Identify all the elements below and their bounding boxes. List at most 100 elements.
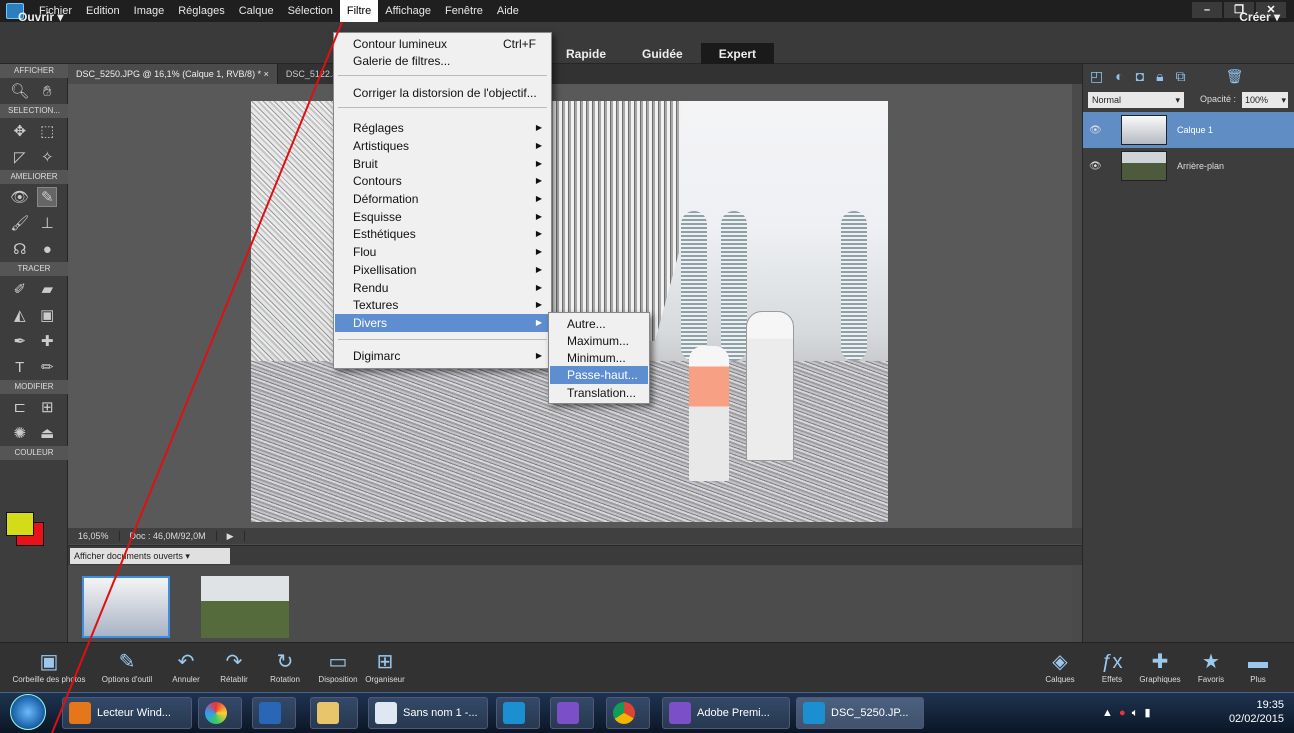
layer-mask-icon[interactable]: ◘ [1136, 68, 1144, 85]
create-button[interactable]: Créer ▾ [1239, 10, 1280, 24]
redo-button[interactable]: ↷ Rétablir [212, 649, 256, 684]
menu-item-rendu[interactable]: Rendu ▶ [335, 279, 550, 297]
lock-icon[interactable]: 🔒︎ [1156, 68, 1163, 85]
undo-button[interactable]: ↶ Annuler [166, 649, 206, 684]
tab-dsc-5250[interactable]: DSC_5250.JPG @ 16,1% (Calque 1, RVB/8) *… [68, 64, 278, 84]
menu-reglages[interactable]: Réglages [171, 0, 231, 22]
bin-thumbnail[interactable] [201, 576, 289, 638]
menu-affichage[interactable]: Affichage [378, 0, 438, 22]
menu-item-bruit[interactable]: Bruit ▶ [335, 155, 550, 173]
taskbar-premiere-elements[interactable] [550, 697, 594, 729]
open-button[interactable]: Ouvrir ▾ [18, 10, 63, 24]
submenu-item-minimum[interactable]: Minimum... [550, 349, 648, 367]
graphics-button[interactable]: ✚ Graphiques [1132, 649, 1188, 684]
foreground-color-swatch[interactable] [6, 512, 34, 536]
menu-item-digimarc[interactable]: Digimarc ▶ [335, 347, 550, 365]
menu-aide[interactable]: Aide [490, 0, 526, 22]
lasso-tool-icon[interactable]: ◸ [10, 147, 30, 167]
mode-expert[interactable]: Expert [700, 43, 775, 65]
new-layer-icon[interactable]: ◰ [1090, 68, 1103, 85]
mode-guidee[interactable]: Guidée [624, 43, 701, 65]
bin-source-select[interactable]: Afficher documents ouverts ▾ [70, 548, 230, 564]
system-clock[interactable]: 19:35 02/02/2015 [1229, 698, 1284, 726]
start-button[interactable] [10, 694, 46, 730]
menu-item-reglages[interactable]: Réglages ▶ [335, 119, 550, 137]
submenu-item-translation[interactable]: Translation... [550, 384, 648, 402]
smart-brush-tool-icon[interactable]: 🖌︎ [10, 213, 30, 233]
mode-rapide[interactable]: Rapide [548, 43, 624, 65]
taskbar-dsc-5250[interactable]: DSC_5250.JP... [796, 697, 924, 729]
sponge-tool-icon[interactable]: ● [37, 239, 57, 259]
paint-bucket-tool-icon[interactable]: ◭ [10, 305, 30, 325]
submenu-item-autre[interactable]: Autre... [550, 315, 648, 333]
blend-mode-select[interactable]: Normal ▾ [1088, 92, 1184, 108]
menu-item-deformation[interactable]: Déformation ▶ [335, 190, 550, 208]
status-arrow-icon[interactable]: ▶ [217, 530, 245, 542]
fill-layer-icon[interactable]: ◐ [1115, 68, 1123, 85]
crop-tool-icon[interactable]: ⊏ [10, 397, 30, 417]
brush-tool-icon[interactable]: ✐ [10, 279, 30, 299]
menu-item-flou[interactable]: Flou ▶ [335, 243, 550, 261]
taskbar-media-player[interactable]: Lecteur Wind... [62, 697, 192, 729]
menu-item-esquisse[interactable]: Esquisse ▶ [335, 208, 550, 226]
tool-options-button[interactable]: ✎ Options d'outil [94, 649, 160, 684]
opacity-field[interactable]: 100% ▾ [1242, 92, 1288, 108]
layout-button[interactable]: ▭ Disposition [310, 649, 366, 684]
rotate-button[interactable]: ↻ Rotation [262, 649, 308, 684]
menu-item-esthetiques[interactable]: Esthétiques ▶ [335, 225, 550, 243]
menu-fenetre[interactable]: Fenêtre [438, 0, 490, 22]
visibility-eye-icon[interactable]: 👁︎ [1089, 125, 1103, 136]
pencil-tool-icon[interactable]: ✏ [37, 357, 57, 377]
marquee-tool-icon[interactable]: ⬚ [37, 121, 57, 141]
menu-selection[interactable]: Sélection [281, 0, 340, 22]
visibility-eye-icon[interactable]: 👁︎ [1089, 161, 1103, 172]
recompose-tool-icon[interactable]: ⊞ [37, 397, 57, 417]
link-layers-icon[interactable]: ⧉ [1176, 68, 1186, 85]
menu-item-divers[interactable]: Divers ▶ [335, 314, 550, 332]
layers-button[interactable]: ◈ Calques [1040, 649, 1080, 684]
menu-item-textures[interactable]: Textures ▶ [335, 296, 550, 314]
submenu-item-passe-haut[interactable]: Passe-haut... [550, 366, 648, 384]
eraser-tool-icon[interactable]: ▰ [37, 279, 57, 299]
tray-icons[interactable]: ▲ ● 🔈︎ ▮ [1102, 706, 1151, 720]
submenu-item-maximum[interactable]: Maximum... [550, 332, 648, 350]
red-eye-tool-icon[interactable]: 👁︎ [10, 187, 30, 207]
menu-item-contour-lumineux[interactable]: Contour lumineux Ctrl+F [335, 35, 550, 53]
taskbar-picasa[interactable] [198, 697, 242, 729]
content-aware-move-tool-icon[interactable]: ✺ [10, 423, 30, 443]
healing-brush-tool-icon[interactable]: ✎ [37, 187, 58, 207]
custom-shape-tool-icon[interactable]: ✚ [37, 331, 57, 351]
zoom-tool-icon[interactable]: 🔍︎ [10, 81, 30, 101]
trash-icon[interactable]: 🗑︎ [1226, 68, 1244, 85]
taskbar-chrome[interactable] [606, 697, 650, 729]
taskbar-book-app[interactable] [252, 697, 296, 729]
menu-item-contours[interactable]: Contours ▶ [335, 172, 550, 190]
bin-thumbnail[interactable] [82, 576, 170, 638]
menu-item-corriger-distorsion[interactable]: Corriger la distorsion de l'objectif... [335, 84, 550, 102]
organizer-button[interactable]: ⊞ Organiseur [362, 649, 408, 684]
taskbar-elements-organizer[interactable] [496, 697, 540, 729]
gradient-tool-icon[interactable]: ▣ [37, 305, 57, 325]
favorites-button[interactable]: ★ Favoris [1192, 649, 1230, 684]
effects-button[interactable]: ƒx Effets [1094, 649, 1130, 684]
minimize-button[interactable]: – [1192, 2, 1222, 18]
taskbar-sans-nom[interactable]: Sans nom 1 -... [368, 697, 488, 729]
layer-row-calque-1[interactable]: 👁︎ Calque 1 [1083, 112, 1294, 148]
taskbar-adobe-premiere[interactable]: Adobe Premi... [662, 697, 790, 729]
clone-stamp-tool-icon[interactable]: ⊥ [37, 213, 57, 233]
menu-edition[interactable]: Edition [79, 0, 127, 22]
menu-image[interactable]: Image [127, 0, 172, 22]
eyedropper-tool-icon[interactable]: ✒ [10, 331, 30, 351]
menu-item-artistiques[interactable]: Artistiques ▶ [335, 137, 550, 155]
more-button[interactable]: ▬ Plus [1240, 649, 1276, 684]
move-tool-icon[interactable]: ✥ [10, 121, 30, 141]
menu-calque[interactable]: Calque [232, 0, 281, 22]
menu-item-pixellisation[interactable]: Pixellisation ▶ [335, 261, 550, 279]
hand-tool-icon[interactable]: ✋︎ [37, 81, 57, 101]
straighten-tool-icon[interactable]: ⏏ [37, 423, 57, 443]
blur-tool-icon[interactable]: ☊ [10, 239, 30, 259]
text-tool-icon[interactable]: T [10, 357, 30, 377]
layer-row-arriere-plan[interactable]: 👁︎ Arrière-plan [1083, 148, 1294, 184]
taskbar-explorer[interactable] [310, 697, 358, 729]
magic-wand-tool-icon[interactable]: ✧ [37, 147, 57, 167]
